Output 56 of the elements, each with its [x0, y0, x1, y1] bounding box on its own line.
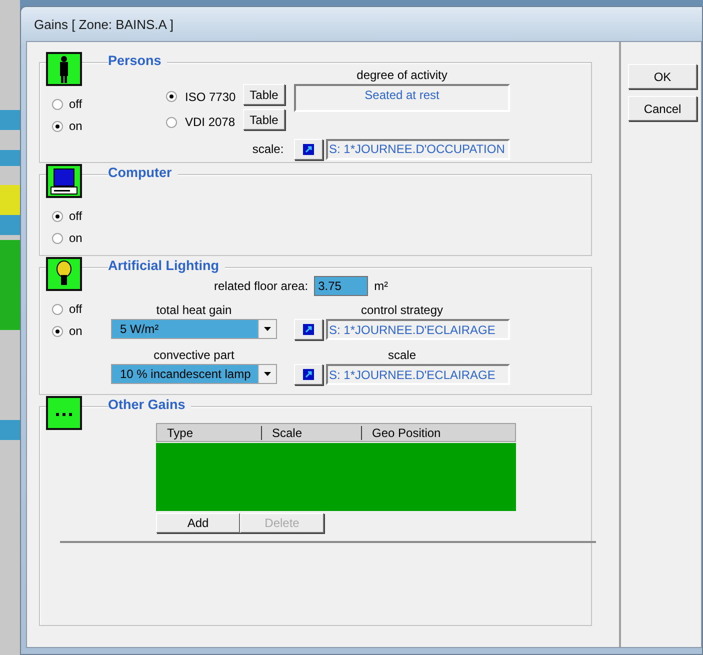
cancel-button[interactable]: Cancel: [628, 96, 697, 121]
radio-label: off: [69, 97, 82, 111]
column-header[interactable]: Type: [157, 426, 261, 440]
caret-icon: [264, 327, 271, 331]
field-label: scale: [388, 348, 416, 362]
radio-label: on: [69, 324, 82, 338]
computer-icon: [46, 164, 82, 198]
picker-button[interactable]: [294, 138, 323, 160]
section-title: Artificial Lighting: [108, 258, 225, 273]
field-label: total heat gain: [156, 303, 232, 317]
add-button[interactable]: Add: [156, 513, 240, 533]
schedule-field[interactable]: S: 1*JOURNEE.D'ECLAIRAGE: [326, 319, 510, 340]
dots-icon: [46, 396, 82, 430]
radio-label: off: [69, 302, 82, 316]
picker-button[interactable]: [294, 319, 323, 340]
field-label: scale:: [252, 142, 284, 156]
radio-label: off: [69, 209, 82, 223]
ok-button[interactable]: OK: [628, 64, 697, 89]
field-label: convective part: [154, 348, 234, 362]
arrow-icon: [303, 144, 314, 154]
arrow-icon: [303, 324, 314, 335]
field-label: related floor area:: [214, 279, 308, 293]
section-title: Other Gains: [108, 397, 192, 412]
radio-button[interactable]: [52, 120, 63, 132]
field-label: control strategy: [360, 303, 444, 317]
radio-label: VDI 2078: [185, 115, 236, 129]
schedule-field[interactable]: S: 1*JOURNEE.D'ECLAIRAGE: [326, 364, 510, 385]
table-button[interactable]: Table: [243, 84, 285, 105]
radio-button[interactable]: [52, 304, 63, 314]
unit-label: m²: [374, 279, 388, 293]
section-title: Computer: [108, 165, 178, 180]
radio-button[interactable]: [52, 98, 63, 110]
radio-label: ISO 7730: [185, 90, 236, 104]
column-header[interactable]: Scale: [261, 426, 361, 440]
field-label: degree of activity: [356, 68, 448, 84]
radio-button[interactable]: [166, 91, 177, 102]
dropdown[interactable]: 10 % incandescent lamp: [111, 364, 277, 384]
table-button[interactable]: Table: [243, 109, 285, 130]
schedule-field[interactable]: S: 1*JOURNEE.D'OCCUPATION: [326, 138, 510, 160]
radio-button[interactable]: [52, 210, 63, 222]
radio-button[interactable]: [166, 116, 177, 128]
dropdown[interactable]: 5 W/m²: [111, 319, 277, 339]
radio-label: on: [69, 231, 82, 245]
radio-label: on: [69, 119, 82, 133]
radio-button[interactable]: [52, 232, 63, 244]
section-title: Persons: [108, 53, 168, 68]
arrow-icon: [303, 369, 314, 380]
radio-button[interactable]: [52, 326, 63, 336]
column-header[interactable]: Geo Position: [361, 426, 515, 440]
input-field[interactable]: 3.75: [314, 276, 368, 296]
person-icon: [46, 52, 82, 86]
picker-button[interactable]: [294, 364, 323, 385]
caret-icon: [264, 372, 271, 376]
window-title: Gains [ Zone: BAINS.A ]: [34, 16, 174, 32]
light-bulb-icon: [46, 257, 82, 291]
activity-field: Seated at rest: [294, 84, 510, 112]
